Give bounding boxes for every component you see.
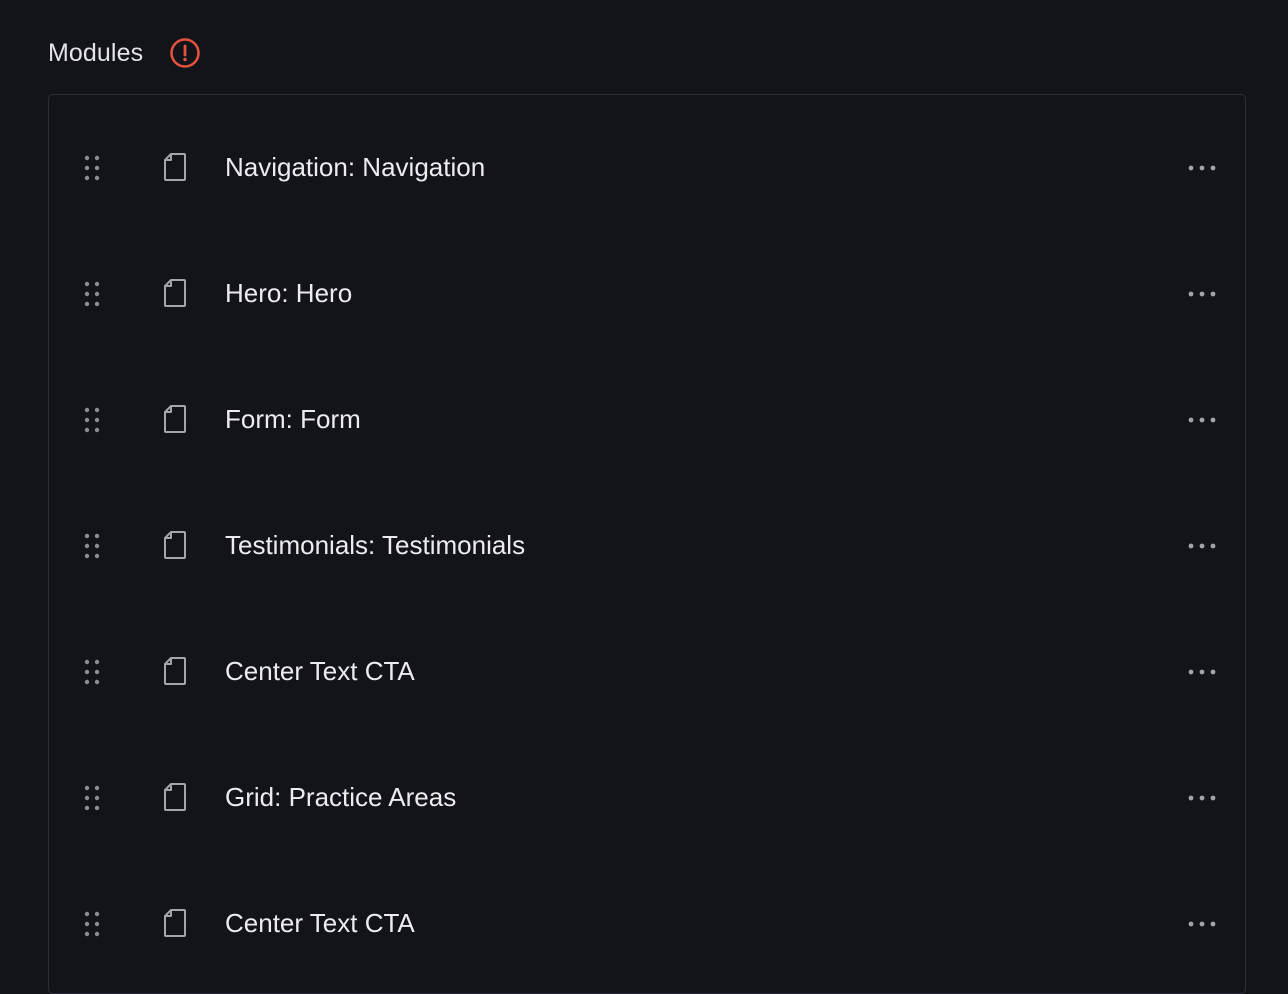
- more-horizontal-icon[interactable]: [1185, 660, 1219, 684]
- drag-handle-icon[interactable]: [83, 784, 101, 812]
- document-icon: [163, 530, 187, 560]
- module-row[interactable]: Hero: Hero: [49, 226, 1245, 352]
- more-horizontal-icon[interactable]: [1185, 282, 1219, 306]
- more-horizontal-icon[interactable]: [1185, 156, 1219, 180]
- more-horizontal-icon[interactable]: [1185, 534, 1219, 558]
- more-horizontal-icon[interactable]: [1185, 786, 1219, 810]
- drag-handle-icon[interactable]: [83, 154, 101, 182]
- warning-circle-icon[interactable]: [169, 37, 201, 69]
- drag-handle-icon[interactable]: [83, 280, 101, 308]
- more-horizontal-icon[interactable]: [1185, 408, 1219, 432]
- module-row[interactable]: Center Text CTA: [49, 604, 1245, 730]
- module-row[interactable]: Center Text CTA: [49, 856, 1245, 982]
- document-icon: [163, 908, 187, 938]
- module-title: Grid: Practice Areas: [225, 782, 457, 812]
- module-title: Navigation: Navigation: [225, 152, 486, 182]
- drag-handle-icon[interactable]: [83, 658, 101, 686]
- drag-handle-icon[interactable]: [83, 910, 101, 938]
- drag-handle-icon[interactable]: [83, 406, 101, 434]
- document-icon: [163, 152, 187, 182]
- modules-field-label: Modules: [48, 38, 144, 67]
- module-title: Center Text CTA: [225, 908, 415, 938]
- document-icon: [163, 656, 187, 686]
- module-title: Testimonials: Testimonials: [225, 530, 526, 560]
- document-icon: [163, 782, 187, 812]
- modules-list: Navigation: Navigation Hero: Hero Form: …: [48, 94, 1246, 994]
- module-title: Form: Form: [225, 404, 361, 434]
- module-title: Center Text CTA: [225, 656, 415, 686]
- document-icon: [163, 278, 187, 308]
- module-row[interactable]: Grid: Practice Areas: [49, 730, 1245, 856]
- more-horizontal-icon[interactable]: [1185, 912, 1219, 936]
- module-row[interactable]: Testimonials: Testimonials: [49, 478, 1245, 604]
- drag-handle-icon[interactable]: [83, 532, 101, 560]
- module-title: Hero: Hero: [225, 278, 353, 308]
- modules-field-header: Modules: [48, 34, 201, 72]
- module-row[interactable]: Navigation: Navigation: [49, 100, 1245, 226]
- document-icon: [163, 404, 187, 434]
- module-row[interactable]: Form: Form: [49, 352, 1245, 478]
